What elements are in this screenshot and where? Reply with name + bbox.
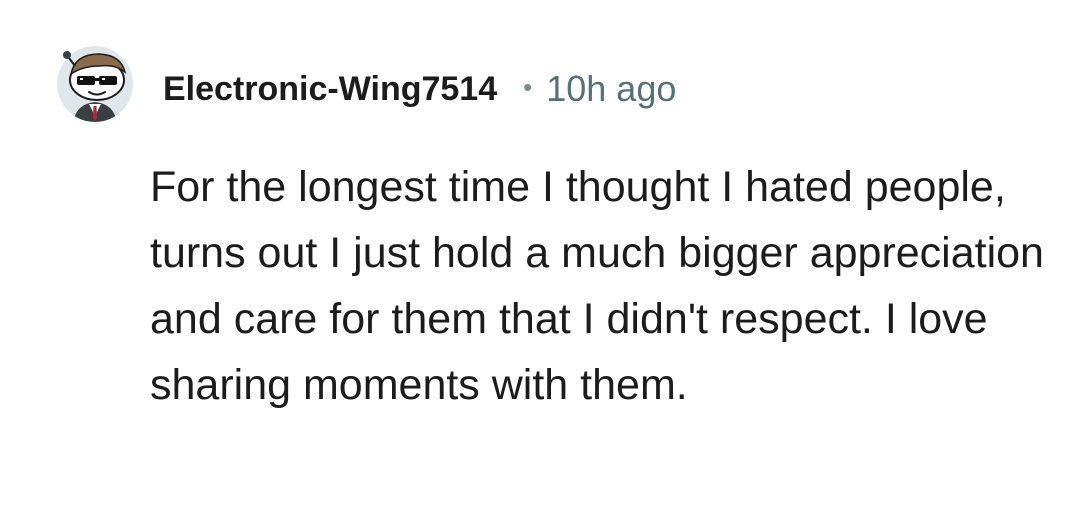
- separator-dot: •: [523, 71, 533, 102]
- comment-body: For the longest time I thought I hated p…: [150, 163, 1044, 409]
- avatar[interactable]: [55, 44, 135, 124]
- username-link[interactable]: Electronic-Wing7514: [163, 70, 497, 109]
- timestamp: 10h ago: [546, 68, 677, 109]
- comment-meta: Electronic-Wing7514 • 10h ago: [163, 68, 676, 110]
- snoo-avatar-icon: [57, 46, 133, 122]
- comment: Electronic-Wing7514 • 10h ago For the lo…: [0, 0, 1080, 521]
